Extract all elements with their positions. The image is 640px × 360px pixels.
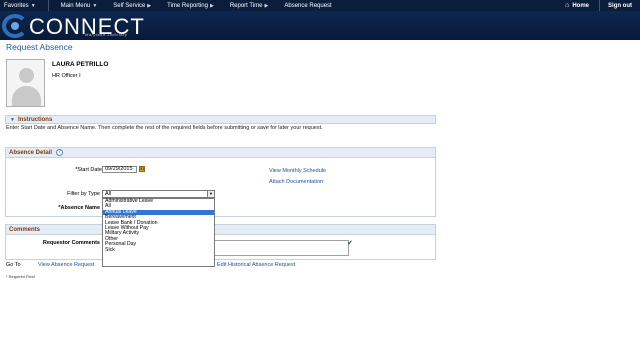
absence-detail-header: Absence Detail ? [6,148,435,158]
comments-title: Comments [9,226,41,233]
instructions-text: Enter Start Date and Absence Name. Then … [6,125,323,131]
nav-favorites-label: Favorites [4,2,29,9]
view-absence-request-link[interactable]: View Absence Request [38,262,94,268]
sign-out-link[interactable]: Sign out [599,0,640,11]
attach-documentation-link[interactable]: Attach Documentation [269,179,323,185]
filter-type-dropdown[interactable]: Administrative Leave All Annual Leave Be… [102,198,215,267]
filter-by-type-select[interactable]: All ▼ [102,190,215,198]
requestor-comments-label: Requestor Comments [42,240,100,246]
chevron-right-icon: ▶ [147,2,152,9]
nav-self-service-label: Self Service [113,2,146,9]
help-icon[interactable]: ? [56,149,64,156]
employee-title: HR Officer I [52,73,81,79]
avatar-body [12,86,41,106]
instructions-header[interactable]: ▼ Instructions [5,115,436,124]
required-field-note: * Required Field [6,274,35,279]
nav-report-time-label: Report Time [229,2,263,9]
nav-time-reporting-label: Time Reporting [167,2,208,9]
start-date-input[interactable]: 09/29/2015 [102,166,137,173]
avatar-head [19,68,34,83]
home-label: Home [572,2,589,9]
nav-time-reporting[interactable]: Time Reporting ▶ [163,3,214,9]
nav-divider [47,0,49,11]
logo-subtitle: Maryland Judiciary [85,32,128,37]
edit-historical-absence-request-link[interactable]: Edit Historical Absence Request [217,262,295,268]
goto-label: Go To [6,262,21,268]
home-link[interactable]: ⌂ Home [565,2,589,9]
chevron-right-icon: ▶ [264,2,269,9]
absence-name-label: *Absence Name [58,205,100,211]
nav-report-time[interactable]: Report Time ▶ [226,3,269,9]
option-sick[interactable]: Sick [103,247,214,253]
nav-absence-request-label: Absence Request [284,2,332,9]
spell-check-icon[interactable]: ✔ [347,239,353,247]
nav-absence-request[interactable]: Absence Request [280,3,331,9]
header-banner: CONNECT Maryland Judiciary [0,11,640,40]
absence-detail-title: Absence Detail [9,149,53,156]
requestor-comments-textarea[interactable] [213,240,349,256]
page-title: Request Absence [6,42,73,52]
nav-favorites[interactable]: Favorites ▼ [0,3,36,9]
nav-self-service[interactable]: Self Service ▶ [109,3,151,9]
chevron-down-icon: ▼ [30,2,36,9]
home-icon: ⌂ [565,2,570,9]
logo-mark [2,14,28,38]
employee-name: LAURA PETRILLO [52,61,109,68]
avatar [6,59,45,107]
filter-by-type-label: Filter by Type [67,191,100,197]
goto-row: Go To [6,262,21,268]
filter-selected-value: All [105,191,112,197]
nav-main-menu[interactable]: Main Menu ▼ [57,3,98,9]
view-monthly-schedule-link[interactable]: View Monthly Schedule [269,168,326,174]
calendar-icon[interactable]: 31 [139,166,145,172]
start-date-label: *Start Date [75,167,102,173]
comments-header: Comments [6,225,435,235]
chevron-right-icon: ▶ [209,2,214,9]
nav-right-group: ⌂ Home Sign out [565,0,640,11]
chevron-down-icon: ▼ [92,2,98,9]
chevron-down-icon[interactable]: ▼ [207,191,214,197]
collapse-triangle-icon[interactable]: ▼ [10,117,15,123]
instructions-title: Instructions [17,116,53,123]
top-nav-bar: Favorites ▼ Main Menu ▼ Self Service ▶ Time… [0,0,640,11]
nav-main-menu-label: Main Menu [60,2,91,9]
